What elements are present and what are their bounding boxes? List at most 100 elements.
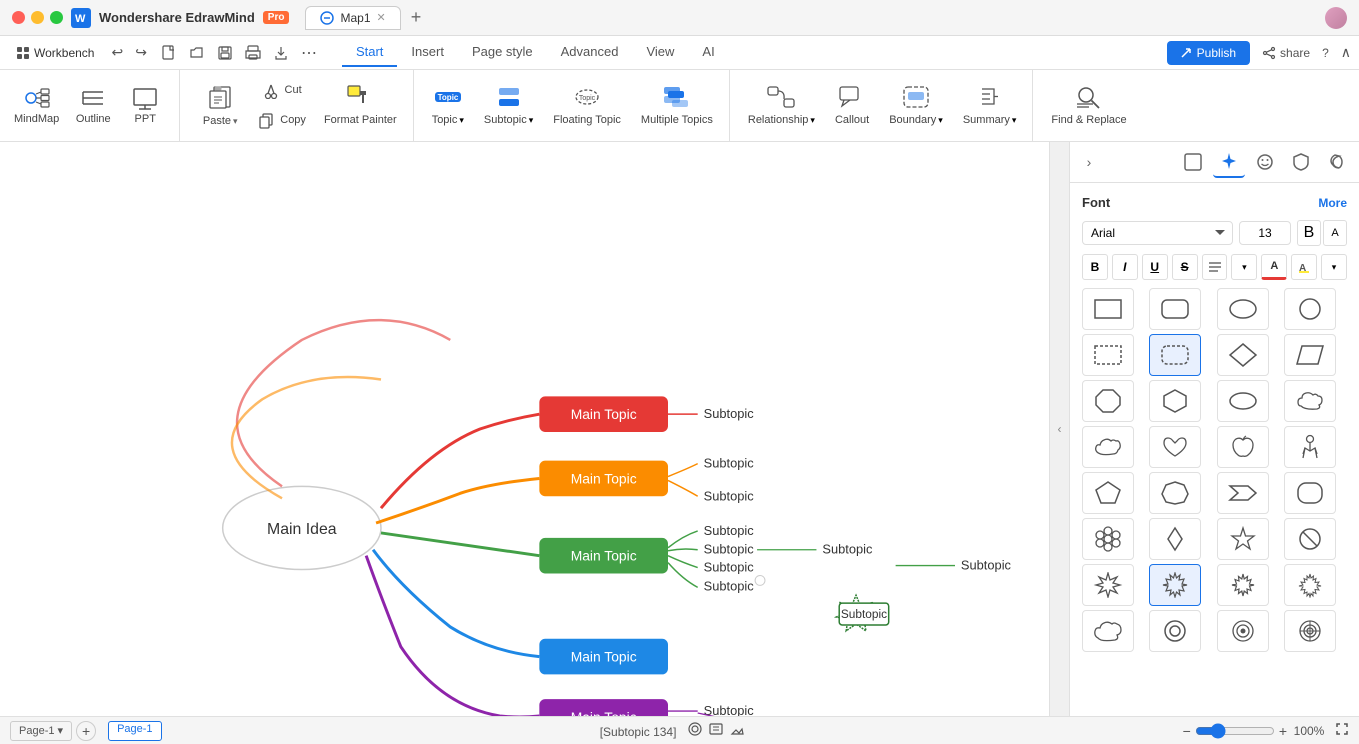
- shape-ring[interactable]: [1149, 610, 1201, 652]
- shape-parallelogram[interactable]: [1284, 334, 1336, 376]
- shape-human[interactable]: [1284, 426, 1336, 468]
- print-icon[interactable]: [240, 40, 266, 66]
- shape-cloud2[interactable]: [1082, 426, 1134, 468]
- menu-tab-ai[interactable]: AI: [688, 38, 728, 67]
- share-button[interactable]: share: [1262, 46, 1310, 60]
- panel-tab-emoji[interactable]: [1249, 146, 1281, 178]
- shape-ellipse[interactable]: [1217, 288, 1269, 330]
- font-family-select[interactable]: Arial Helvetica Times New Roman: [1082, 221, 1233, 245]
- menu-tab-advanced[interactable]: Advanced: [547, 38, 633, 67]
- status-page-btn[interactable]: Page-1 ▾: [10, 721, 72, 741]
- shape-rect[interactable]: [1082, 288, 1134, 330]
- panel-tab-moon[interactable]: [1321, 146, 1353, 178]
- relationship-button[interactable]: Relationship ▾: [738, 76, 825, 136]
- font-size-input[interactable]: [1239, 221, 1291, 245]
- zoom-in-button[interactable]: +: [1279, 723, 1287, 739]
- more-actions-icon[interactable]: ⋯: [296, 40, 322, 66]
- shape-hexagon[interactable]: [1149, 380, 1201, 422]
- shape-squircle[interactable]: [1284, 472, 1336, 514]
- shape-heptagon[interactable]: [1149, 472, 1201, 514]
- shape-burst4[interactable]: [1284, 564, 1336, 606]
- panel-tab-shape[interactable]: [1177, 146, 1209, 178]
- subtopic-button[interactable]: Subtopic ▾: [474, 76, 543, 136]
- maximize-button[interactable]: [50, 11, 63, 24]
- strikethrough-button[interactable]: S: [1172, 254, 1198, 280]
- add-tab-button[interactable]: +: [405, 7, 428, 28]
- highlight-button[interactable]: A: [1291, 254, 1317, 280]
- fit-screen-button[interactable]: [1335, 722, 1349, 739]
- panel-tab-shield[interactable]: [1285, 146, 1317, 178]
- shape-diamond[interactable]: [1217, 334, 1269, 376]
- paste-button[interactable]: Paste ▾: [190, 76, 250, 136]
- help-button[interactable]: ?: [1322, 46, 1329, 60]
- ppt-button[interactable]: PPT: [119, 76, 171, 136]
- mindmap-canvas[interactable]: Main Idea Main Topic Subtopic Main Topic…: [0, 142, 1049, 716]
- font-more-link[interactable]: More: [1318, 196, 1347, 210]
- open-file-icon[interactable]: [184, 40, 210, 66]
- canvas[interactable]: Main Idea Main Topic Subtopic Main Topic…: [0, 142, 1049, 716]
- shape-rect-dashed[interactable]: [1082, 334, 1134, 376]
- font-color-button[interactable]: A: [1261, 254, 1287, 280]
- subtopic-5-1[interactable]: Subtopic: [704, 703, 755, 716]
- outline-button[interactable]: Outline: [67, 76, 119, 136]
- shape-pentagon[interactable]: [1082, 472, 1134, 514]
- shape-strikethrough-circle[interactable]: [1284, 518, 1336, 560]
- export-icon[interactable]: [268, 40, 294, 66]
- redo-button[interactable]: ↪: [130, 42, 152, 63]
- font-size-increase[interactable]: B: [1297, 220, 1321, 246]
- shape-rect-rounded[interactable]: [1149, 288, 1201, 330]
- cut-button[interactable]: Cut: [250, 78, 314, 104]
- shape-rect-rounded-dashed[interactable]: [1149, 334, 1201, 376]
- menu-tab-view[interactable]: View: [632, 38, 688, 67]
- font-size-decrease[interactable]: A: [1323, 220, 1347, 246]
- boundary-button[interactable]: Boundary ▾: [879, 76, 953, 136]
- bold-button[interactable]: B: [1082, 254, 1108, 280]
- shape-chevron[interactable]: [1217, 472, 1269, 514]
- underline-button[interactable]: U: [1142, 254, 1168, 280]
- shape-oval[interactable]: [1217, 380, 1269, 422]
- floating-topic-button[interactable]: Topic Floating Topic: [543, 76, 631, 136]
- align-button[interactable]: [1202, 254, 1228, 280]
- shape-heart[interactable]: [1149, 426, 1201, 468]
- color-picker-button[interactable]: ▾: [1321, 254, 1347, 280]
- zoom-out-button[interactable]: −: [1183, 723, 1191, 739]
- add-page-button[interactable]: +: [76, 721, 96, 741]
- map-tab[interactable]: Map1 ✕: [305, 6, 400, 30]
- save-icon[interactable]: [212, 40, 238, 66]
- new-file-icon[interactable]: [156, 40, 182, 66]
- shape-apple[interactable]: [1217, 426, 1269, 468]
- undo-button[interactable]: ↩: [106, 42, 128, 63]
- panel-toggle[interactable]: ‹: [1049, 142, 1069, 716]
- collapse-ribbon-button[interactable]: ∧: [1341, 44, 1351, 61]
- zoom-slider[interactable]: [1195, 723, 1275, 739]
- shape-burst[interactable]: [1082, 564, 1134, 606]
- close-button[interactable]: [12, 11, 25, 24]
- subtopic-2-1[interactable]: Subtopic: [704, 456, 755, 471]
- shape-flower[interactable]: [1082, 518, 1134, 560]
- menu-tab-start[interactable]: Start: [342, 38, 397, 67]
- publish-button[interactable]: Publish: [1167, 41, 1250, 65]
- shape-cloud[interactable]: [1284, 380, 1336, 422]
- workbench-button[interactable]: Workbench: [8, 42, 102, 64]
- format-painter-button[interactable]: Format Painter: [314, 76, 407, 136]
- menu-tab-page-style[interactable]: Page style: [458, 38, 547, 67]
- shape-diamond2[interactable]: [1149, 518, 1201, 560]
- shape-burst3[interactable]: [1217, 564, 1269, 606]
- shape-star[interactable]: [1217, 518, 1269, 560]
- tab-close-icon[interactable]: ✕: [377, 11, 386, 24]
- panel-tab-magic[interactable]: [1213, 146, 1245, 178]
- subtopic-3-2-1[interactable]: Subtopic: [822, 542, 873, 557]
- mindmap-button[interactable]: MindMap: [6, 76, 67, 136]
- find-replace-button[interactable]: Find & Replace: [1041, 76, 1136, 136]
- subtopic-2-2[interactable]: Subtopic: [704, 488, 755, 503]
- subtopic-3-3[interactable]: Subtopic: [704, 560, 755, 575]
- subtopic-1-1[interactable]: Subtopic: [704, 406, 755, 421]
- subtopic-selected[interactable]: Subtopic: [836, 595, 888, 631]
- shape-circle[interactable]: [1284, 288, 1336, 330]
- subtopic-3-2[interactable]: Subtopic: [704, 542, 755, 557]
- shape-burst2[interactable]: [1149, 564, 1201, 606]
- active-page-tab[interactable]: Page-1: [108, 721, 161, 741]
- menu-tab-insert[interactable]: Insert: [397, 38, 458, 67]
- shape-octagon[interactable]: [1082, 380, 1134, 422]
- subtopic-3-1[interactable]: Subtopic: [704, 523, 755, 538]
